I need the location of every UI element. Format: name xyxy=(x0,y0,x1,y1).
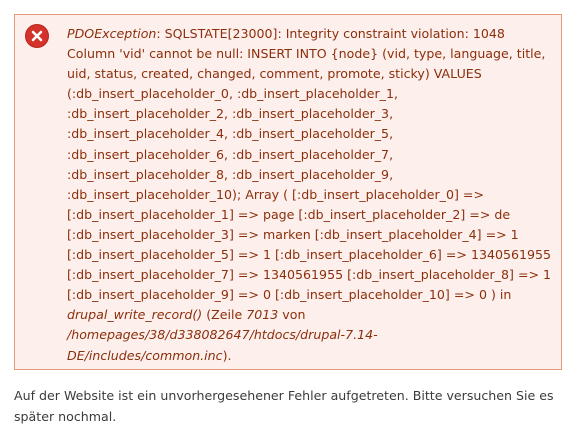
error-line-10: [:db_insert_placeholder_1] => page [:db_… xyxy=(67,206,511,222)
error-line-3: uid, status, created, changed, comment, … xyxy=(67,66,482,82)
error-line-14: [:db_insert_placeholder_9] => 0 [:db_ins… xyxy=(67,287,512,303)
error-line-9: :db_insert_placeholder_10); Array ( [:db… xyxy=(67,186,485,202)
line-number: 7013 xyxy=(246,307,279,323)
error-line-6: :db_insert_placeholder_4, :db_insert_pla… xyxy=(67,126,394,142)
file-path-part-1: /homepages/38/d338082647/htdocs/drupal-7… xyxy=(67,327,378,343)
error-line-2: Column 'vid' cannot be null: INSERT INTO… xyxy=(67,46,546,62)
function-name: drupal_write_record() xyxy=(67,307,203,323)
exception-type: PDOException xyxy=(67,26,157,41)
message-line-1: Auf der Website ist ein unvorhergesehene… xyxy=(14,388,554,403)
error-message-box: PDOException: SQLSTATE[23000]: Integrity… xyxy=(14,14,562,370)
error-info-message: Auf der Website ist ein unvorhergesehene… xyxy=(14,386,554,427)
error-cross-icon xyxy=(26,25,48,47)
file-path-part-2: DE/includes/common.inc xyxy=(67,347,223,363)
error-line-8: :db_insert_placeholder_8, :db_insert_pla… xyxy=(67,166,394,182)
message-line-2: später nochmal. xyxy=(14,408,117,424)
error-line-17: DE/includes/common.inc). xyxy=(67,347,232,363)
error-line-12: [:db_insert_placeholder_5] => 1 [:db_ins… xyxy=(67,247,552,263)
error-line-15: drupal_write_record() (Zeile 7013 von xyxy=(67,307,306,323)
error-line-5: :db_insert_placeholder_2, :db_insert_pla… xyxy=(67,106,394,122)
error-line-11: [:db_insert_placeholder_3] => marken [:d… xyxy=(67,226,519,242)
error-line-16: /homepages/38/d338082647/htdocs/drupal-7… xyxy=(67,325,555,345)
error-line-1: PDOException: SQLSTATE[23000]: Integrity… xyxy=(67,26,505,41)
error-text: PDOException: SQLSTATE[23000]: Integrity… xyxy=(67,24,555,366)
error-line-7: :db_insert_placeholder_6, :db_insert_pla… xyxy=(67,146,394,162)
error-line-13: [:db_insert_placeholder_7] => 1340561955… xyxy=(67,267,552,283)
error-line-4: (:db_insert_placeholder_0, :db_insert_pl… xyxy=(67,86,398,102)
